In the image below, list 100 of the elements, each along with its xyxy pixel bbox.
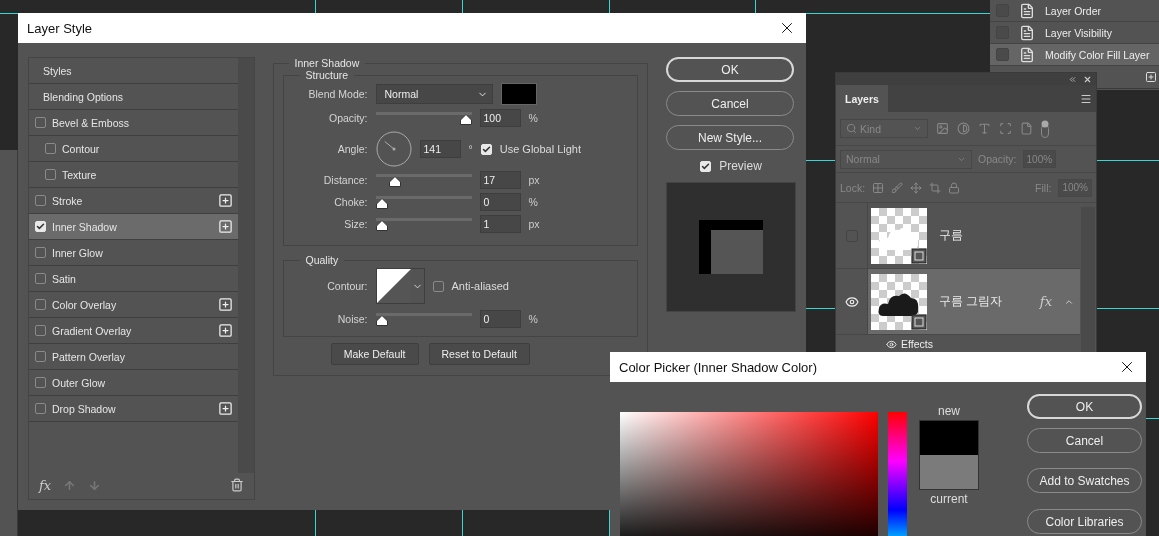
value-field[interactable]: 0 <box>479 310 521 328</box>
blend-mode-dropdown[interactable]: Normal <box>375 84 493 104</box>
layer-name: 구름 <box>939 227 964 244</box>
image-icon[interactable] <box>936 122 949 135</box>
checkbox[interactable] <box>432 280 444 292</box>
checkbox[interactable] <box>35 377 46 388</box>
contour-picker[interactable] <box>375 268 425 304</box>
value-field[interactable]: 1 <box>479 215 521 233</box>
action-item[interactable]: Modify Color Fill Layer <box>990 44 1159 66</box>
menu-icon[interactable] <box>1080 92 1092 105</box>
toggle-icon[interactable] <box>1041 119 1049 138</box>
document-icon[interactable] <box>1020 122 1033 135</box>
slider-track[interactable] <box>375 110 472 126</box>
dialog-button[interactable]: Cancel <box>1027 428 1142 453</box>
down-arrow-icon[interactable] <box>88 478 102 492</box>
eye-icon[interactable] <box>886 338 897 350</box>
current-color-swatch <box>919 455 979 490</box>
dialog-button[interactable]: Color Libraries <box>1027 509 1142 534</box>
style-label: Inner Shadow <box>52 220 117 233</box>
checker-icon[interactable] <box>872 181 885 194</box>
checkbox[interactable] <box>45 169 56 180</box>
dialog-button[interactable]: OK <box>1027 394 1142 419</box>
up-arrow-icon[interactable] <box>63 478 77 492</box>
lock-icon[interactable] <box>948 181 961 194</box>
dialog-button[interactable]: OK <box>666 57 794 82</box>
type-icon[interactable] <box>978 122 991 135</box>
crop-icon[interactable] <box>929 181 942 194</box>
shape-icon[interactable] <box>999 122 1012 135</box>
field-label: Size: <box>343 218 368 230</box>
effects-label: Effects <box>901 338 933 350</box>
field-label: Angle: <box>336 143 368 155</box>
angle-field[interactable]: 141 <box>419 140 461 158</box>
unit-label: px <box>528 174 540 186</box>
color-swatch[interactable] <box>500 83 537 105</box>
checkbox-label: Preview <box>719 159 762 173</box>
value-field[interactable]: 0 <box>479 193 521 211</box>
checkbox[interactable] <box>35 117 46 128</box>
field-label: Distance: <box>322 174 368 186</box>
panel-tab[interactable]: Layers <box>836 85 888 112</box>
dialog-button[interactable]: Add to Swatches <box>1027 468 1142 493</box>
unit-label: px <box>528 218 540 230</box>
value-field[interactable]: 100 <box>479 109 521 127</box>
slider-track[interactable] <box>375 216 472 232</box>
checkbox[interactable] <box>35 195 46 206</box>
angle-dial[interactable] <box>375 131 412 167</box>
eye-icon[interactable] <box>844 294 859 309</box>
add-icon[interactable] <box>1145 71 1157 83</box>
fx-label: fx <box>1039 294 1052 309</box>
style-label: Outer Glow <box>52 376 106 389</box>
collapse-icon[interactable] <box>1068 74 1077 84</box>
add-icon[interactable] <box>218 297 233 312</box>
style-label: Stroke <box>52 194 83 207</box>
checkbox[interactable] <box>45 143 56 154</box>
default-button[interactable]: Reset to Default <box>428 343 530 365</box>
action-item[interactable]: Layer Order <box>990 0 1159 22</box>
field-label: Noise: <box>336 313 368 325</box>
add-icon[interactable] <box>218 401 233 416</box>
field-label: Opacity: <box>328 112 368 124</box>
action-item[interactable]: Layer Visibility <box>990 22 1159 44</box>
brush-icon[interactable] <box>891 181 904 194</box>
degree-label: ° <box>468 143 473 155</box>
checkbox-label: Anti-aliased <box>451 280 509 292</box>
add-icon[interactable] <box>218 219 233 234</box>
current-label: current <box>930 492 968 506</box>
unit-label: % <box>528 112 538 124</box>
hue-strip[interactable] <box>888 412 907 536</box>
default-button[interactable]: Make Default <box>330 343 419 365</box>
chevron-icon <box>913 124 922 133</box>
slider-track[interactable] <box>375 172 472 188</box>
checkbox[interactable] <box>35 273 46 284</box>
checkbox[interactable] <box>35 403 46 414</box>
add-icon[interactable] <box>218 323 233 338</box>
dialog-button[interactable]: New Style... <box>666 125 794 150</box>
style-item[interactable]: Inner Shadow <box>29 214 241 240</box>
move-icon[interactable] <box>910 181 923 194</box>
trash-icon[interactable] <box>229 478 244 492</box>
document-icon <box>1019 2 1035 19</box>
fx-button[interactable]: fx <box>39 477 52 493</box>
slider-track[interactable] <box>375 194 472 210</box>
document-icon <box>1019 24 1035 41</box>
action-label: Layer Visibility <box>1045 26 1112 39</box>
group-title: Structure <box>304 69 350 81</box>
new-color-swatch <box>919 420 979 455</box>
checkbox[interactable] <box>996 48 1009 61</box>
style-label: Satin <box>52 272 76 285</box>
dialog-button[interactable]: Cancel <box>666 91 794 116</box>
checkbox[interactable] <box>35 247 46 258</box>
add-icon[interactable] <box>218 193 233 208</box>
style-label: Bevel & Emboss <box>52 116 130 129</box>
close-icon[interactable] <box>1083 74 1092 84</box>
slider-track[interactable] <box>375 311 472 327</box>
style-label: Drop Shadow <box>52 402 116 415</box>
value-field[interactable]: 17 <box>479 171 521 189</box>
unit-label: % <box>528 313 538 325</box>
adjustment-icon[interactable] <box>957 122 970 135</box>
checkbox[interactable] <box>35 351 46 362</box>
checkbox[interactable] <box>35 325 46 336</box>
color-field[interactable] <box>620 412 878 536</box>
field-label: Choke: <box>333 196 368 208</box>
checkbox[interactable] <box>35 299 46 310</box>
